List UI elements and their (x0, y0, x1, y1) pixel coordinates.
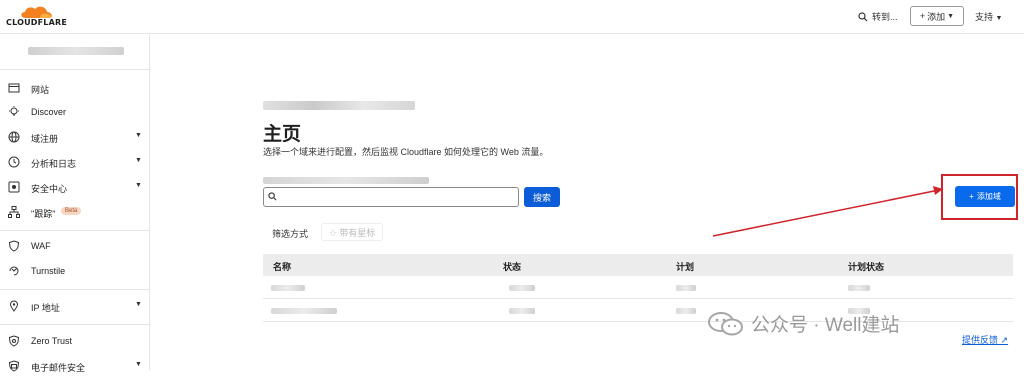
watermark: 公众号 · Well建站 (707, 310, 899, 337)
add-domain-button[interactable]: + 添加域 (955, 186, 1015, 207)
column-header-plan-status[interactable]: 计划状态 (848, 260, 884, 273)
external-link-icon: ↗ (1000, 335, 1009, 345)
sidebar-item-turnstile[interactable]: Turnstile (0, 261, 150, 281)
lightbulb-icon (9, 106, 19, 116)
domain-name-redacted[interactable] (271, 285, 305, 291)
feedback-label: 提供反馈 (962, 335, 999, 345)
goto-label: 转到... (872, 12, 898, 22)
domain-search-input[interactable] (280, 190, 510, 204)
divider (0, 289, 150, 290)
sidebar-item-label: 安全中心 (31, 184, 68, 194)
sidebar-item-waf[interactable]: WAF (0, 236, 150, 256)
zero-trust-icon (8, 335, 20, 347)
sidebar-item-label: Discover (31, 107, 67, 117)
sidebar-item-trace[interactable]: "跟踪" Beta (0, 202, 150, 222)
sidebar-item-zero-trust[interactable]: Zero Trust (0, 331, 150, 351)
sidebar: 网站 Discover 域注册 ▼ 分析和日志 ▼ 安全中心 ▼ "跟踪" Be… (0, 35, 150, 373)
page-description: 选择一个域来进行配置，然后监视 Cloudflare 如何处理它的 Web 流量… (263, 147, 549, 157)
status-redacted (509, 285, 535, 291)
sidebar-item-ip-addresses[interactable]: IP 地址 ▼ (0, 296, 150, 316)
plus-icon: + (919, 11, 926, 21)
top-bar: CLOUDFLARE 转到... + 添加 ▼ 支持 ▼ (0, 0, 1024, 34)
cloudflare-logo[interactable]: CLOUDFLARE (6, 4, 70, 30)
caret-down-icon: ▼ (135, 361, 142, 368)
search-label-redacted (263, 177, 429, 184)
sidebar-item-label: Zero Trust (31, 336, 73, 346)
sidebar-item-websites[interactable]: 网站 (0, 78, 150, 98)
domain-name-redacted[interactable] (271, 308, 337, 314)
page-title: 主页 (263, 124, 302, 145)
sidebar-item-domain-registration[interactable]: 域注册 ▼ (0, 127, 150, 147)
turnstile-icon (9, 266, 19, 276)
column-header-name[interactable]: 名称 (273, 260, 291, 273)
annotation-arrow (712, 186, 943, 237)
search-button[interactable]: 搜索 (524, 187, 560, 207)
divider (0, 69, 150, 70)
caret-down-icon: ▼ (135, 301, 142, 308)
sidebar-item-security-center[interactable]: 安全中心 ▼ (0, 177, 150, 197)
column-header-plan[interactable]: 计划 (676, 260, 694, 273)
caret-down-icon: ▼ (995, 15, 1003, 22)
caret-down-icon: ▼ (135, 182, 142, 189)
location-pin-icon (9, 300, 19, 312)
sidebar-item-label: 网站 (31, 85, 50, 95)
sidebar-item-discover[interactable]: Discover (0, 102, 150, 122)
sidebar-item-label: 电子邮件安全 (31, 363, 86, 373)
feedback-link[interactable]: 提供反馈 ↗ (962, 333, 1008, 346)
brand-name: CLOUDFLARE (6, 18, 67, 27)
sidebar-item-label: WAF (31, 241, 51, 251)
add-menu-button[interactable]: + 添加 ▼ (910, 6, 964, 26)
divider (0, 230, 150, 231)
table-row[interactable] (263, 277, 1013, 299)
sidebar-item-label: 域注册 (31, 134, 59, 144)
shield-icon (8, 240, 20, 252)
goto-search[interactable]: 转到... (858, 10, 898, 23)
wechat-icon (708, 311, 743, 335)
status-redacted (509, 308, 535, 314)
domain-search-field[interactable] (263, 187, 519, 207)
watermark-text: 公众号 · Well建站 (751, 315, 900, 336)
search-icon (268, 192, 277, 203)
clock-chart-icon (8, 156, 20, 168)
column-header-status[interactable]: 状态 (503, 260, 521, 273)
support-label: 支持 (975, 12, 994, 22)
caret-down-icon: ▼ (947, 12, 955, 20)
beta-badge: Beta (61, 207, 82, 215)
add-label: 添加 (927, 11, 946, 22)
add-domain-label: 添加域 (976, 192, 1001, 201)
support-menu[interactable]: 支持 ▼ (975, 10, 1002, 23)
divider (0, 324, 150, 325)
sidebar-item-analytics-logs[interactable]: 分析和日志 ▼ (0, 152, 150, 172)
starred-filter-button[interactable]: ☆ 带有星标 (321, 223, 383, 241)
plan-redacted (676, 308, 696, 314)
plan-status-redacted (848, 285, 870, 291)
account-name-redacted[interactable] (28, 47, 124, 55)
security-center-icon (8, 181, 20, 193)
plus-icon: + (969, 192, 974, 201)
search-icon (858, 11, 868, 21)
table-row[interactable] (263, 300, 1013, 322)
caret-down-icon: ▼ (135, 132, 142, 139)
plan-redacted (676, 285, 696, 291)
caret-down-icon: ▼ (135, 157, 142, 164)
sidebar-item-label: Turnstile (31, 266, 66, 276)
globe-icon (8, 131, 20, 143)
sidebar-item-email-security[interactable]: 电子邮件安全 ▼ (0, 356, 150, 376)
sidebar-item-label: "跟踪" (31, 209, 56, 219)
sitemap-icon (8, 206, 20, 218)
table-header: 名称 状态 计划 计划状态 (263, 254, 1013, 276)
browser-window-icon (8, 83, 20, 93)
sidebar-item-label: IP 地址 (31, 303, 60, 313)
filter-label: 筛选方式 (272, 229, 309, 239)
sidebar-item-label: 分析和日志 (31, 159, 77, 169)
account-breadcrumb-redacted (263, 101, 415, 110)
email-security-icon (8, 360, 20, 372)
